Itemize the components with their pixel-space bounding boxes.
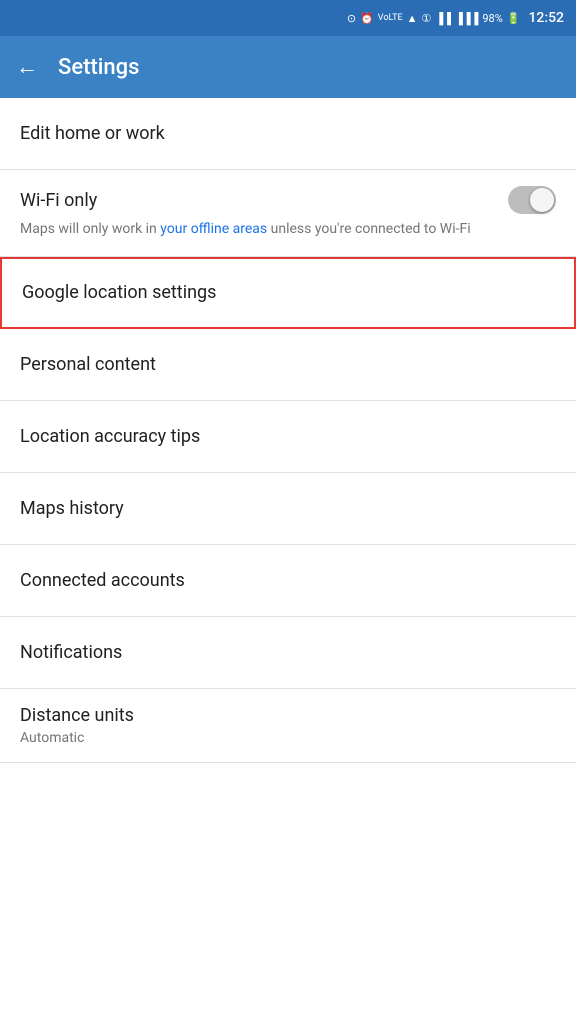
settings-content: Edit home or work Wi-Fi only Maps will o… xyxy=(0,98,576,763)
settings-item-wifi-only[interactable]: Wi-Fi only Maps will only work in your o… xyxy=(0,170,576,257)
wifi-only-toggle[interactable] xyxy=(508,186,556,214)
notifications-label: Notifications xyxy=(20,642,122,663)
settings-item-connected-accounts[interactable]: Connected accounts xyxy=(0,545,576,617)
settings-item-personal-content[interactable]: Personal content xyxy=(0,329,576,401)
google-location-label: Google location settings xyxy=(22,282,216,303)
toggle-thumb xyxy=(530,188,554,212)
volte-icon: VoLTE xyxy=(378,13,403,23)
wifi-offline-areas-link[interactable]: your offline areas xyxy=(160,221,267,237)
wifi-icon: ▲ xyxy=(407,12,418,25)
app-bar: ← Settings xyxy=(0,36,576,98)
maps-history-label: Maps history xyxy=(20,498,124,519)
status-time: 12:52 xyxy=(528,10,564,26)
location-accuracy-label: Location accuracy tips xyxy=(20,426,200,447)
wifi-row: Wi-Fi only xyxy=(20,186,556,214)
settings-item-location-accuracy[interactable]: Location accuracy tips xyxy=(0,401,576,473)
personal-content-label: Personal content xyxy=(20,354,156,375)
wifi-only-label: Wi-Fi only xyxy=(20,190,97,211)
settings-item-google-location[interactable]: Google location settings xyxy=(0,257,576,329)
page-title: Settings xyxy=(58,55,139,80)
settings-item-notifications[interactable]: Notifications xyxy=(0,617,576,689)
connected-accounts-label: Connected accounts xyxy=(20,570,185,591)
settings-item-edit-home-work[interactable]: Edit home or work xyxy=(0,98,576,170)
status-icons: ⊙ ⏰ VoLTE ▲ ① ▐▐ ▐▐▐ 98% 🔋 12:52 xyxy=(347,10,564,26)
settings-item-distance-units[interactable]: Distance units Automatic xyxy=(0,689,576,763)
sim-icon: ① xyxy=(421,12,431,25)
location-icon: ⊙ xyxy=(347,12,356,25)
settings-item-maps-history[interactable]: Maps history xyxy=(0,473,576,545)
alarm-icon: ⏰ xyxy=(360,12,374,25)
distance-units-label: Distance units xyxy=(20,705,556,726)
wifi-description: Maps will only work in your offline area… xyxy=(20,220,556,240)
status-bar: ⊙ ⏰ VoLTE ▲ ① ▐▐ ▐▐▐ 98% 🔋 12:52 xyxy=(0,0,576,36)
wifi-desc-before: Maps will only work in xyxy=(20,221,160,237)
battery-percent: 98% xyxy=(482,12,502,25)
battery-icon: 🔋 xyxy=(507,12,521,25)
signal-bars-icon: ▐▐ xyxy=(435,12,451,25)
back-button[interactable]: ← xyxy=(16,54,38,80)
signal-icon: ▐▐▐ xyxy=(455,12,478,25)
distance-units-value: Automatic xyxy=(20,730,556,746)
edit-home-work-label: Edit home or work xyxy=(20,123,165,144)
wifi-desc-after: unless you're connected to Wi-Fi xyxy=(267,221,471,237)
